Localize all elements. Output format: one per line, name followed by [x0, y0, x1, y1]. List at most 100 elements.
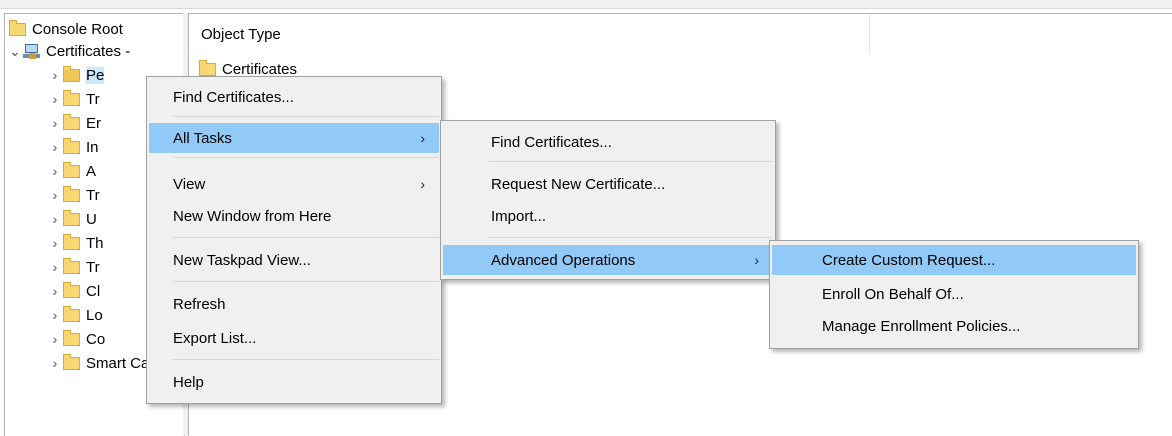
menu-item-label: Help: [173, 373, 204, 391]
menu-item-export-list[interactable]: Export List...: [149, 323, 439, 353]
tree-item[interactable]: › In: [47, 136, 99, 158]
menu-item-import[interactable]: Import...: [443, 201, 773, 231]
tree-item[interactable]: › U: [47, 208, 97, 230]
tree-item-label: Tr: [86, 90, 100, 108]
folder-icon: [63, 161, 80, 178]
folder-icon: [63, 65, 80, 82]
all-tasks-submenu: Find Certificates... Request New Certifi…: [440, 120, 776, 280]
menu-item-create-custom-request[interactable]: Create Custom Request...: [772, 245, 1136, 275]
chevron-right-icon[interactable]: ›: [47, 115, 63, 131]
chevron-right-icon[interactable]: ›: [47, 307, 63, 323]
menu-separator: [489, 237, 773, 238]
menu-separator: [173, 281, 439, 282]
menu-item-new-window-from-here[interactable]: New Window from Here: [149, 201, 439, 231]
menu-item-label: Export List...: [173, 329, 257, 347]
menu-item-label: Manage Enrollment Policies...: [822, 317, 1021, 335]
folder-icon: [9, 19, 26, 36]
chevron-right-icon[interactable]: ›: [47, 331, 63, 347]
context-menu: Find Certificates... All Tasks › View › …: [146, 76, 442, 404]
tree-item-label: Lo: [86, 306, 103, 324]
menu-item-label: Request New Certificate...: [491, 175, 666, 193]
chevron-down-icon[interactable]: ⌄: [7, 43, 23, 60]
tree-item[interactable]: › Tr: [47, 88, 100, 110]
folder-icon: [63, 137, 80, 154]
tree-item-label: Cl: [86, 282, 101, 300]
toolbar-strip: [0, 0, 1172, 9]
tree-item-label: U: [86, 210, 97, 228]
folder-icon: [63, 89, 80, 106]
tree-item-label: A: [86, 162, 97, 180]
chevron-right-icon[interactable]: ›: [47, 211, 63, 227]
tree-item[interactable]: › Cl: [47, 280, 100, 302]
menu-item-label: Enroll On Behalf Of...: [822, 285, 964, 303]
menu-item-find-certificates[interactable]: Find Certificates...: [149, 82, 439, 112]
tree-item-label: Co: [86, 330, 106, 348]
tree-item[interactable]: › Lo: [47, 304, 103, 326]
menu-item-view[interactable]: View ›: [149, 169, 439, 199]
folder-icon: [63, 233, 80, 250]
chevron-right-icon[interactable]: ›: [47, 91, 63, 107]
tree-item-label: Pe: [86, 66, 105, 84]
menu-item-help[interactable]: Help: [149, 367, 439, 397]
chevron-right-icon[interactable]: ›: [47, 163, 63, 179]
advanced-operations-submenu: Create Custom Request... Enroll On Behal…: [769, 240, 1139, 349]
tree-item-personal[interactable]: › Pe: [47, 64, 105, 86]
menu-item-label: Refresh: [173, 295, 226, 313]
menu-item-label: Create Custom Request...: [822, 251, 996, 269]
chevron-right-icon: ›: [420, 130, 425, 146]
tree-item[interactable]: › Er: [47, 112, 101, 134]
chevron-right-icon[interactable]: ›: [47, 283, 63, 299]
folder-icon: [63, 113, 80, 130]
tree-item[interactable]: › Co: [47, 328, 105, 350]
menu-item-label: View: [173, 175, 206, 193]
folder-icon: [63, 281, 80, 298]
column-header-object-type[interactable]: Object Type: [189, 14, 870, 54]
tree-item-console-root[interactable]: Console Root: [9, 18, 123, 40]
tree-item-label: Er: [86, 114, 101, 132]
menu-item-label: New Taskpad View...: [173, 251, 311, 269]
chevron-right-icon[interactable]: ›: [47, 259, 63, 275]
chevron-right-icon[interactable]: ›: [47, 235, 63, 251]
tree-item-label: Tr: [86, 258, 100, 276]
tree-item[interactable]: › A: [47, 160, 96, 182]
menu-item-all-tasks[interactable]: All Tasks ›: [149, 123, 439, 153]
menu-separator: [173, 116, 439, 117]
tree-item[interactable]: › Th: [47, 232, 104, 254]
tree-item[interactable]: › Tr: [47, 256, 100, 278]
chevron-right-icon: ›: [754, 252, 759, 268]
list-item-label: Certificates: [222, 60, 298, 78]
tree-item-certificates[interactable]: ⌄ Certificates -: [7, 40, 130, 62]
folder-icon: [63, 329, 80, 346]
menu-item-enroll-on-behalf-of[interactable]: Enroll On Behalf Of...: [772, 279, 1136, 309]
folder-icon: [63, 257, 80, 274]
menu-item-advanced-operations[interactable]: Advanced Operations ›: [443, 245, 773, 275]
tree-item[interactable]: › Tr: [47, 184, 100, 206]
menu-item-request-new-certificate[interactable]: Request New Certificate...: [443, 169, 773, 199]
menu-item-label: All Tasks: [173, 129, 232, 147]
tree-item-label: Console Root: [32, 20, 123, 38]
menu-item-label: Advanced Operations: [491, 251, 636, 269]
chevron-right-icon[interactable]: ›: [47, 355, 63, 371]
menu-separator: [173, 157, 439, 158]
computer-icon: [23, 43, 40, 59]
folder-icon: [199, 59, 216, 76]
menu-item-manage-enrollment-policies[interactable]: Manage Enrollment Policies...: [772, 311, 1136, 341]
folder-icon: [63, 353, 80, 370]
menu-item-refresh[interactable]: Refresh: [149, 289, 439, 319]
tree-item-label: In: [86, 138, 99, 156]
folder-icon: [63, 185, 80, 202]
menu-item-label: Find Certificates...: [173, 88, 294, 106]
chevron-right-icon[interactable]: ›: [47, 187, 63, 203]
menu-item-label: Find Certificates...: [491, 133, 612, 151]
menu-item-new-taskpad-view[interactable]: New Taskpad View...: [149, 245, 439, 275]
menu-separator: [173, 237, 439, 238]
chevron-right-icon[interactable]: ›: [47, 139, 63, 155]
tree-item-smart-card[interactable]: › Smart Car: [47, 352, 154, 374]
chevron-right-icon: ›: [420, 176, 425, 192]
menu-separator: [173, 359, 439, 360]
menu-item-find-certificates[interactable]: Find Certificates...: [443, 127, 773, 157]
tree-item-label: Th: [86, 234, 104, 252]
menu-separator: [489, 161, 773, 162]
chevron-right-icon[interactable]: ›: [47, 67, 63, 83]
tree-item-label: Certificates -: [46, 42, 131, 60]
